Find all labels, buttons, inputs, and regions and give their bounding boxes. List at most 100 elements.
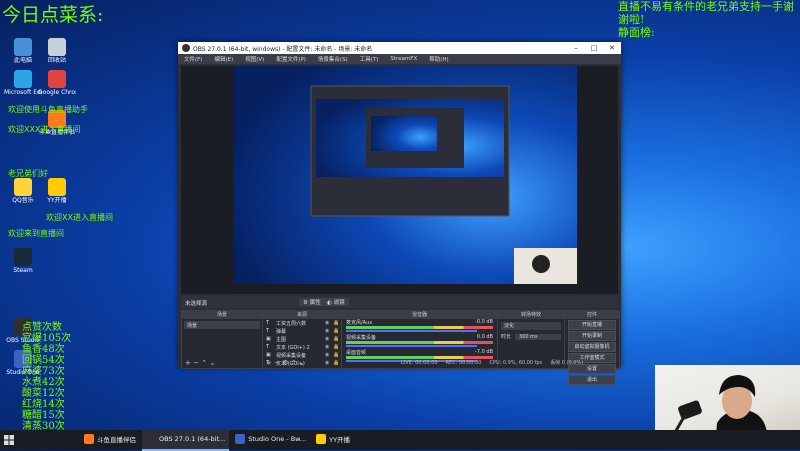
channel-db: -7.0 dB [475, 349, 493, 355]
scene-item[interactable]: 场景 [184, 321, 260, 329]
taskbar-app[interactable]: YY开播 [312, 429, 354, 449]
duration-input[interactable]: 300 ms [515, 333, 561, 340]
properties-button[interactable]: ⚙ 属性 [299, 298, 325, 306]
dropped-frames: 丢帧 0 (0.0%) [550, 360, 584, 366]
taskbar-apps: 斗鱼直播伴侣 OBS 27.0.1 (64-bit... Studio One - … [80, 429, 356, 451]
maximize-icon[interactable]: □ [585, 44, 603, 52]
source-item[interactable]: T 工资五周六数 ◉ 🔒 [263, 319, 341, 327]
menu-item[interactable]: 编辑(E) [208, 55, 239, 63]
lock-icon[interactable]: 🔒 [333, 336, 341, 342]
menu-item[interactable]: 工具(T) [354, 55, 385, 63]
desktop-icon[interactable]: QQ音乐 [4, 178, 42, 204]
obs-preview[interactable] [181, 66, 618, 294]
lock-icon[interactable]: 🔒 [333, 320, 341, 326]
app-icon [14, 248, 32, 266]
control-button[interactable]: 开始直播 [568, 320, 616, 330]
app-icon [48, 178, 66, 196]
lock-icon[interactable]: 🔒 [333, 344, 341, 350]
volume-meter [346, 341, 493, 344]
count-label: 酸菜 [22, 388, 42, 399]
nested-preview-2 [371, 116, 437, 151]
count-label: 糖醋 [22, 410, 42, 421]
visibility-icon[interactable]: ◉ [325, 328, 333, 334]
desktop-icon[interactable]: 回收站 [38, 38, 76, 64]
taskbar-app[interactable]: 斗鱼直播伴侣 [80, 429, 140, 449]
taskbar-app[interactable]: OBS 27.0.1 (64-bit... [142, 429, 230, 451]
obs-titlebar[interactable]: OBS 27.0.1 (64-bit, windows) - 配置文件: 未命名… [178, 42, 621, 54]
minimize-icon[interactable]: – [567, 44, 585, 52]
support-text: 直播不易有条件的老兄弟支持一手谢谢啦! [618, 0, 794, 26]
mixer-channel: 视频采集设备 0.0 dB [342, 334, 497, 349]
count-value: 73次 [42, 366, 65, 377]
count-row: 糖醋15次 [22, 410, 65, 421]
desktop-icon[interactable]: 此电脑 [4, 38, 42, 64]
app-icon [48, 70, 66, 88]
menu-item[interactable]: 帮助(H) [423, 55, 454, 63]
start-button[interactable] [0, 430, 18, 450]
desktop-icon-label: Steam [13, 267, 33, 274]
desktop-icon-label: Google Chrome [38, 89, 76, 96]
desktop-icon[interactable]: Google Chrome [38, 70, 76, 96]
obs-window[interactable]: OBS 27.0.1 (64-bit, windows) - 配置文件: 未命名… [178, 42, 621, 385]
count-row: 回锅54次 [22, 355, 65, 366]
app-icon [48, 38, 66, 56]
desktop-icon[interactable]: Microsoft Edge [4, 70, 42, 96]
source-name: 主图 [276, 336, 287, 343]
taskbar-app[interactable]: Studio One - Bw... [231, 429, 310, 449]
menu-item[interactable]: 文件(F) [178, 55, 208, 63]
app-icon [316, 434, 327, 444]
obs-title: OBS 27.0.1 (64-bit, windows) - 配置文件: 未命名… [193, 45, 373, 53]
volume-slider[interactable] [346, 330, 477, 332]
transition-select[interactable]: 淡化 [501, 322, 561, 330]
count-row: 红烧14次 [22, 399, 65, 410]
count-label: 水煮 [22, 377, 42, 388]
visibility-icon[interactable]: ◉ [325, 344, 333, 350]
sources-dock-title: 来源 [263, 311, 341, 319]
visibility-icon[interactable]: ◉ [325, 320, 333, 326]
channel-name: 麦克风/Aux [346, 320, 373, 326]
source-item[interactable]: T 弹幕 ◉ 🔒 [263, 327, 341, 335]
app-icon [14, 38, 32, 56]
visibility-icon[interactable]: ◉ [325, 336, 333, 342]
filters-button[interactable]: ◐ 滤镜 [323, 298, 349, 306]
obs-logo-icon [182, 44, 190, 52]
source-item[interactable]: ▣ 主图 ◉ 🔒 [263, 335, 341, 343]
source-item[interactable]: T 文本 (GDI+) 2 ◉ 🔒 [263, 343, 341, 351]
count-value: 105次 [42, 333, 72, 344]
obs-menubar: 文件(F) 编辑(E) 视图(V) 配置文件(P) 场景集合(S) 工具(T) Stream… [178, 54, 621, 64]
chat-message: 老兄弟们好 [8, 169, 48, 178]
obs-statusbar: LIVE: 00:00:00 REC: 00:00:00 CPU: 0.9%, … [181, 358, 618, 367]
menu-item[interactable]: StreamFX [384, 56, 423, 62]
taskbar-app-label: Studio One - Bw... [248, 435, 307, 443]
source-name: 弹幕 [276, 328, 287, 335]
control-button[interactable]: 退出 [568, 375, 616, 385]
desktop-icon-label: QQ音乐 [12, 197, 34, 204]
menu-item[interactable]: 视图(V) [239, 55, 270, 63]
mixer-dock-title: 混音器 [342, 311, 497, 319]
control-button[interactable]: 开始录制 [568, 331, 616, 341]
desktop-icon[interactable]: YY开播 [38, 178, 76, 204]
menu-item[interactable]: 场景集合(S) [312, 55, 354, 63]
count-label: 麻婆 [22, 366, 42, 377]
count-row: 酸菜12次 [22, 388, 65, 399]
count-row: 鱼香48次 [22, 344, 65, 355]
count-row: 水煮42次 [22, 377, 65, 388]
rec-timer: REC: 00:00:00 [445, 359, 482, 366]
count-row: 点赞次数 [22, 322, 62, 333]
close-icon[interactable]: ✕ [603, 44, 621, 52]
lock-icon[interactable]: 🔒 [333, 328, 341, 334]
chat-message: 欢迎XXX进入直播间 [8, 125, 81, 134]
preview-webcam-person [532, 255, 550, 273]
control-button[interactable]: 启动虚拟摄像机 [568, 342, 616, 352]
count-value: 12次 [42, 388, 65, 399]
source-name: 文本 (GDI+) 2 [276, 344, 310, 351]
menu-item[interactable]: 配置文件(P) [270, 55, 312, 63]
desktop-icon[interactable]: Steam [4, 248, 42, 274]
volume-slider[interactable] [346, 345, 477, 347]
channel-name: 桌面音频 [346, 350, 367, 356]
overlay-title: 今日点菜系: [2, 4, 104, 26]
transition-duration-row: 时长 300 ms [501, 333, 561, 340]
duration-label: 时长 [501, 334, 512, 340]
properties-label: 属性 [309, 300, 321, 306]
count-row: 麻婆73次 [22, 366, 65, 377]
